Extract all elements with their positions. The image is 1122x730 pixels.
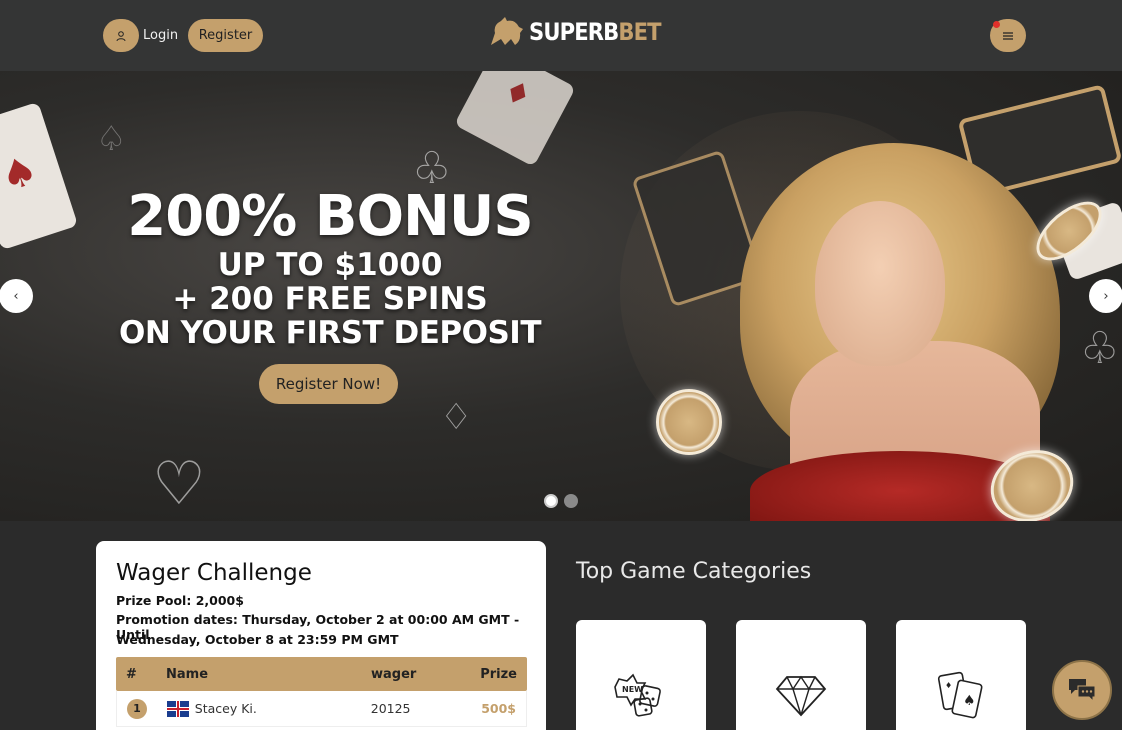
hamburger-menu-icon <box>1003 29 1013 43</box>
category-card-table-games[interactable]: ♠ ♦ <box>896 620 1026 730</box>
woman-face <box>815 201 945 366</box>
player-wager: 20125 <box>370 701 411 716</box>
wager-title: Wager Challenge <box>116 560 312 586</box>
diamond-icon <box>775 675 827 717</box>
column-prize: Prize <box>480 666 517 682</box>
carousel-next-button[interactable]: › <box>1089 279 1122 313</box>
player-name: Stacey Ki. <box>194 701 257 716</box>
login-button[interactable]: Login <box>103 19 178 52</box>
leaderboard-table: # Name wager Prize 1 Stacey Ki. 20125 50… <box>116 657 527 727</box>
chevron-left-icon: ‹ <box>13 288 19 304</box>
carousel-prev-button[interactable]: ‹ <box>0 279 33 313</box>
prize-pool: Prize Pool: 2,000$ <box>116 593 244 608</box>
playing-card-decoration: ♦ <box>454 71 576 167</box>
new-dice-icon: NEW <box>614 673 661 717</box>
promotion-dates-end: Wednesday, October 8 at 23:59 PM GMT <box>116 632 399 647</box>
svg-text:NEW: NEW <box>622 685 643 694</box>
hero-subline: UP TO $1000 <box>217 247 443 283</box>
chevron-right-icon: › <box>1103 288 1109 304</box>
hero-subline: + 200 FREE SPINS <box>172 281 488 317</box>
table-header: # Name wager Prize <box>116 657 527 691</box>
lion-logo-icon <box>491 17 523 45</box>
svg-text:♠: ♠ <box>963 693 976 709</box>
player-prize: 500$ <box>481 701 516 716</box>
column-wager: wager <box>371 666 417 682</box>
playing-cards-icon: ♠ ♦ <box>937 671 983 719</box>
site-header: Login Register SUPERBBET <box>0 0 1122 71</box>
register-button[interactable]: Register <box>188 19 263 52</box>
category-card-jackpot[interactable] <box>736 620 866 730</box>
rank-badge: 1 <box>127 698 147 719</box>
svg-text:♦: ♦ <box>945 681 952 690</box>
category-card-new[interactable]: NEW <box>576 620 706 730</box>
live-chat-button[interactable] <box>1052 660 1112 720</box>
heart-suit-icon: ♡ <box>152 449 206 519</box>
register-now-button[interactable]: Register Now! <box>259 364 398 404</box>
club-suit-icon: ♧ <box>1080 323 1120 374</box>
column-rank: # <box>126 666 137 682</box>
login-label: Login <box>143 28 179 43</box>
hero-headline: 200% BONUS <box>127 184 533 249</box>
spade-suit-icon: ♤ <box>96 119 127 159</box>
carousel-dot[interactable] <box>564 494 578 508</box>
user-icon <box>103 19 139 52</box>
table-row: 1 Stacey Ki. 20125 500$ <box>116 691 527 727</box>
categories-title: Top Game Categories <box>576 559 812 584</box>
notification-dot <box>993 21 1000 28</box>
carousel-dot-active[interactable] <box>544 494 558 508</box>
column-name: Name <box>166 666 209 682</box>
diamond-suit-icon: ♢ <box>440 397 473 438</box>
hero-banner: ♠ ♦ ♧ ♤ ♢ ♡ ♧ 200% BONUS UP TO $1000 + 2… <box>0 71 1122 521</box>
wager-challenge-panel: Wager Challenge Prize Pool: 2,000$ Promo… <box>96 541 546 730</box>
hero-subline: ON YOUR FIRST DEPOSIT <box>119 315 541 351</box>
chat-bubbles-icon <box>1069 679 1096 703</box>
casino-chip-icon <box>656 389 722 455</box>
uk-flag-icon <box>166 700 189 717</box>
logo-text: SUPERBBET <box>529 18 662 46</box>
site-logo[interactable]: SUPERBBET <box>487 12 679 52</box>
